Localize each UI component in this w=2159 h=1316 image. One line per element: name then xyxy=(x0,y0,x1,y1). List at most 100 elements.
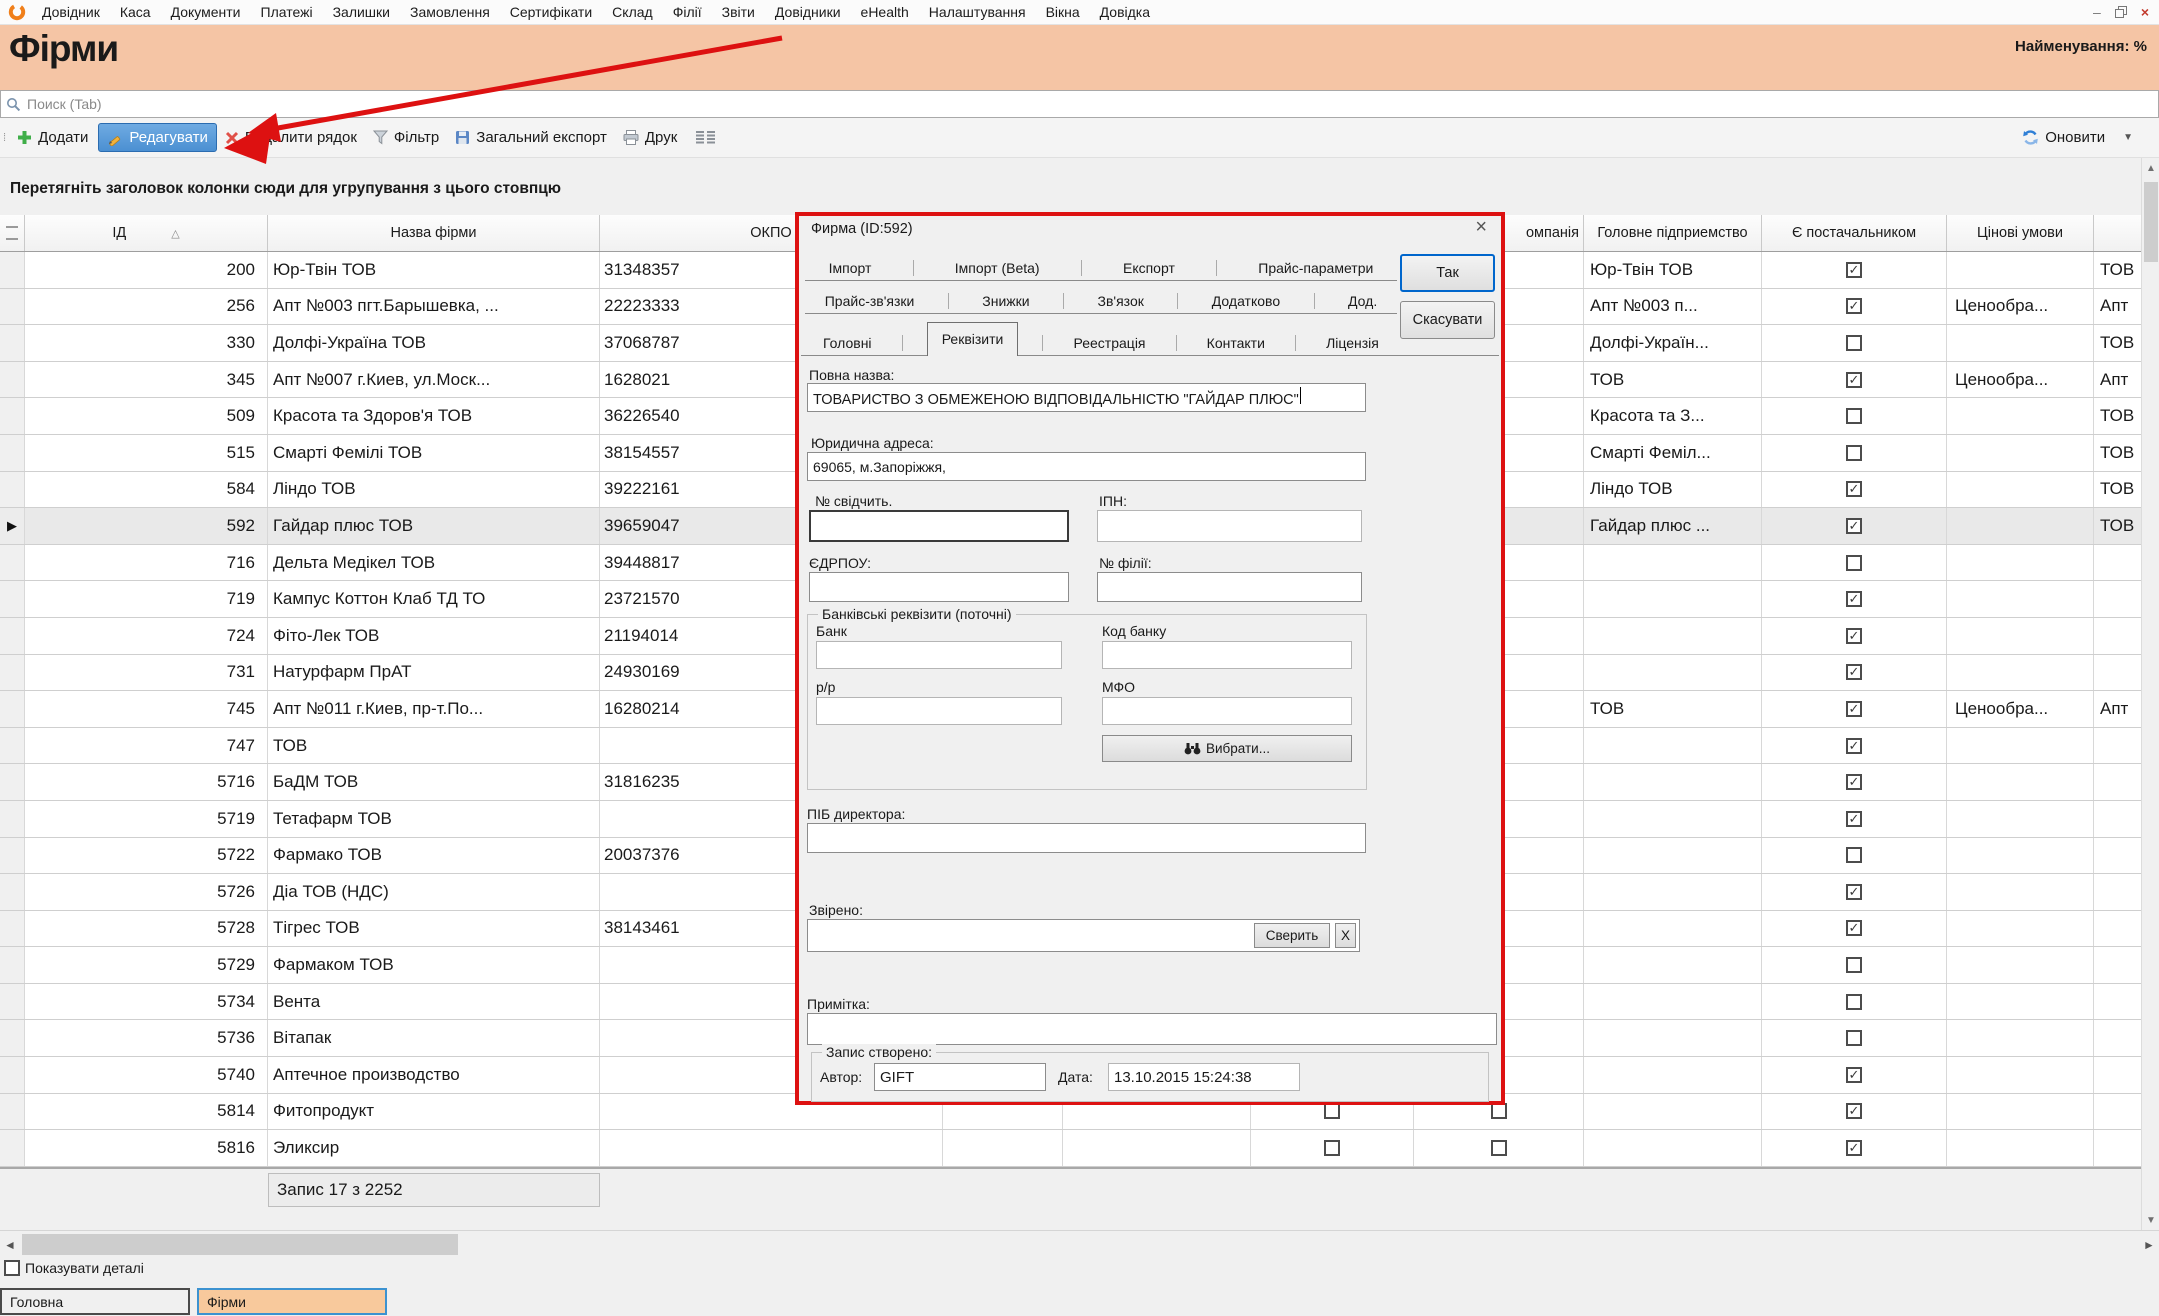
horizontal-scrollbar[interactable]: ◄ ► xyxy=(0,1230,2159,1258)
cell-price[interactable] xyxy=(1947,947,2094,983)
dialog-tab-Дод.[interactable]: Дод. xyxy=(1342,289,1383,313)
cell-parent[interactable] xyxy=(1584,655,1762,691)
menu-item-12[interactable]: eHealth xyxy=(851,4,919,20)
cell-cbcol[interactable]: ✓ xyxy=(1762,691,1947,727)
certificate-input[interactable] xyxy=(809,510,1069,542)
dialog-tab-Імпорт (Beta)[interactable]: Імпорт (Beta) xyxy=(949,256,1046,280)
note-input[interactable] xyxy=(807,1013,1497,1045)
cell-parent[interactable] xyxy=(1584,618,1762,654)
checkbox-checked[interactable]: ✓ xyxy=(1846,1140,1862,1156)
cell-parent[interactable] xyxy=(1584,1130,1762,1166)
cell-parent[interactable] xyxy=(1584,874,1762,910)
column-header-Назва фірми[interactable]: Назва фірми xyxy=(268,215,600,251)
cancel-button[interactable]: Скасувати xyxy=(1400,301,1495,339)
cell-cbcol[interactable] xyxy=(1762,1020,1947,1056)
cell-parent[interactable] xyxy=(1584,984,1762,1020)
cell-id[interactable]: 5736 xyxy=(25,1020,268,1056)
cell-name[interactable]: Ліндо ТОВ xyxy=(268,472,600,508)
cell-hid[interactable] xyxy=(1063,1130,1251,1166)
menu-item-4[interactable]: Платежі xyxy=(251,4,323,20)
cell-cbcol[interactable]: ✓ xyxy=(1762,764,1947,800)
cell-id[interactable]: 719 xyxy=(25,581,268,617)
mfo-input[interactable] xyxy=(1102,697,1352,725)
cell-price[interactable] xyxy=(1947,252,2094,288)
menu-item-9[interactable]: Філії xyxy=(663,4,712,20)
scroll-up-icon[interactable]: ▲ xyxy=(2142,158,2159,178)
refresh-dropdown-icon[interactable]: ▼ xyxy=(2123,132,2133,143)
cell-name[interactable]: Фармако ТОВ xyxy=(268,838,600,874)
author-input[interactable]: GIFT xyxy=(874,1063,1046,1091)
tab-home[interactable]: Головна xyxy=(0,1288,190,1315)
cell-name[interactable]: Апт №007 г.Киев, ул.Моск... xyxy=(268,362,600,398)
cell-parent[interactable] xyxy=(1584,1094,1762,1130)
dialog-tab-Імпорт[interactable]: Імпорт xyxy=(823,256,878,280)
cell-parent[interactable] xyxy=(1584,728,1762,764)
edit-button[interactable]: Редагувати xyxy=(98,123,217,152)
cell-id[interactable]: 200 xyxy=(25,252,268,288)
checkbox-checked[interactable]: ✓ xyxy=(1846,811,1862,827)
checkbox-unchecked[interactable] xyxy=(1846,408,1862,424)
checkbox-unchecked[interactable] xyxy=(1846,994,1862,1010)
cell-cbcol[interactable]: ✓ xyxy=(1762,874,1947,910)
cell-cbcol[interactable]: ✓ xyxy=(1762,1130,1947,1166)
verify-clear-button[interactable]: X xyxy=(1335,923,1356,948)
cell-okpo[interactable] xyxy=(600,1130,943,1166)
menu-item-13[interactable]: Налаштування xyxy=(919,4,1036,20)
cell-price[interactable]: Ценообра... xyxy=(1947,289,2094,325)
cell-price[interactable] xyxy=(1947,618,2094,654)
menu-item-6[interactable]: Замовлення xyxy=(400,4,500,20)
restore-button[interactable] xyxy=(2115,6,2127,18)
cell-cbcol[interactable]: ✓ xyxy=(1762,801,1947,837)
checkbox-unchecked[interactable] xyxy=(1846,555,1862,571)
cell-cbcol[interactable] xyxy=(1251,1130,1414,1166)
cell-parent[interactable] xyxy=(1584,764,1762,800)
cell-id[interactable]: 716 xyxy=(25,545,268,581)
menu-item-14[interactable]: Вікна xyxy=(1036,4,1090,20)
menu-item-10[interactable]: Звіти xyxy=(712,4,765,20)
cell-id[interactable]: 5740 xyxy=(25,1057,268,1093)
cell-name[interactable]: Діа ТОВ (НДС) xyxy=(268,874,600,910)
cell-parent[interactable]: ТОВ xyxy=(1584,691,1762,727)
cell-price[interactable] xyxy=(1947,655,2094,691)
cell-name[interactable]: Смарті Фемілі ТОВ xyxy=(268,435,600,471)
cell-parent[interactable] xyxy=(1584,1020,1762,1056)
checkbox-checked[interactable]: ✓ xyxy=(1846,372,1862,388)
cell-name[interactable]: Красота та Здоров'я ТОВ xyxy=(268,398,600,434)
checkbox-checked[interactable]: ✓ xyxy=(1846,920,1862,936)
column-header-Цінові умови[interactable]: Цінові умови xyxy=(1947,215,2094,251)
cell-price[interactable] xyxy=(1947,1020,2094,1056)
checkbox-checked[interactable]: ✓ xyxy=(1846,628,1862,644)
cell-parent[interactable]: Красота та З... xyxy=(1584,398,1762,434)
checkbox-unchecked[interactable] xyxy=(1324,1103,1340,1119)
verify-button[interactable]: Сверить xyxy=(1254,923,1330,948)
dialog-tab-Прайс-зв'язки[interactable]: Прайс-зв'язки xyxy=(819,289,921,313)
cell-price[interactable] xyxy=(1947,911,2094,947)
cell-parent[interactable]: ТОВ xyxy=(1584,362,1762,398)
column-header-Є постачальником[interactable]: Є постачальником xyxy=(1762,215,1947,251)
checkbox-checked[interactable]: ✓ xyxy=(1846,591,1862,607)
cell-price[interactable] xyxy=(1947,874,2094,910)
menu-item-15[interactable]: Довідка xyxy=(1090,4,1160,20)
cell-name[interactable]: Аптечное производство xyxy=(268,1057,600,1093)
cell-id[interactable]: 747 xyxy=(25,728,268,764)
cell-price[interactable] xyxy=(1947,508,2094,544)
menu-item-8[interactable]: Склад xyxy=(602,4,663,20)
vertical-scroll-thumb[interactable] xyxy=(2144,182,2158,262)
cell-parent[interactable] xyxy=(1584,838,1762,874)
cell-name[interactable]: Фіто-Лек ТОВ xyxy=(268,618,600,654)
show-details-checkbox[interactable] xyxy=(4,1260,20,1276)
vertical-scrollbar[interactable]: ▲ ▼ xyxy=(2141,158,2159,1230)
cell-parent[interactable] xyxy=(1584,911,1762,947)
print-button[interactable]: Друк xyxy=(615,124,685,151)
cell-price[interactable] xyxy=(1947,1130,2094,1166)
cell-price[interactable] xyxy=(1947,581,2094,617)
checkbox-unchecked[interactable] xyxy=(1491,1140,1507,1156)
cell-cbcol[interactable] xyxy=(1762,398,1947,434)
checkbox-checked[interactable]: ✓ xyxy=(1846,884,1862,900)
cell-parent[interactable]: Смарті Феміл... xyxy=(1584,435,1762,471)
cell-parent[interactable]: Ліндо ТОВ xyxy=(1584,472,1762,508)
cell-cbcol[interactable] xyxy=(1414,1130,1584,1166)
cell-id[interactable]: 731 xyxy=(25,655,268,691)
cell-cbcol[interactable]: ✓ xyxy=(1762,362,1947,398)
date-input[interactable]: 13.10.2015 15:24:38 xyxy=(1108,1063,1300,1091)
